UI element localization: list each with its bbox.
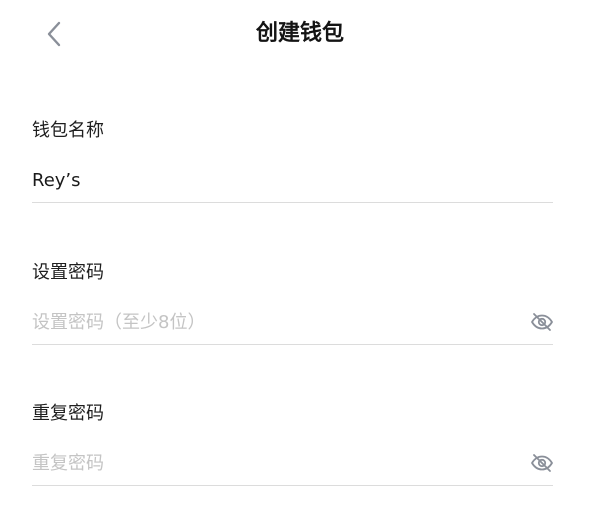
repeat-password-field: 重复密码 [32,401,553,486]
eye-off-icon [531,454,553,472]
page-title: 创建钱包 [255,21,344,46]
eye-off-icon [531,313,553,331]
repeat-password-input-row [32,443,553,483]
wallet-name-divider [32,202,553,203]
wallet-name-label: 钱包名称 [32,120,104,141]
password-field: 设置密码 [32,260,553,345]
repeat-password-visibility-toggle[interactable] [529,450,555,476]
repeat-password-label: 重复密码 [32,403,104,424]
wallet-name-input-row [32,160,553,200]
password-label: 设置密码 [32,262,104,283]
password-input-row [32,302,553,342]
repeat-password-input[interactable] [32,448,529,478]
navigation-bar: 创建钱包 [0,0,600,68]
password-visibility-toggle[interactable] [529,309,555,335]
repeat-password-divider [32,485,553,486]
wallet-name-input[interactable] [32,165,553,195]
wallet-name-field: 钱包名称 [32,118,553,203]
password-divider [32,344,553,345]
password-input[interactable] [32,307,529,337]
